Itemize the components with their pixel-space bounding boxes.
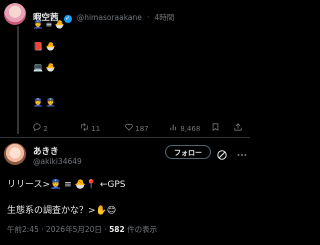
post-line-3: 💻 🐣: [33, 63, 56, 72]
views-label: 件の表示: [124, 225, 158, 234]
heart-icon: [125, 123, 133, 133]
post-line-2: 📕 🐣: [33, 42, 56, 51]
post-line-4: 👮 👮: [33, 98, 56, 107]
bookmark-button[interactable]: [212, 123, 219, 133]
grok-icon: [217, 150, 227, 160]
reply-text-line-1: リリース>👮 ≡ 🐣📍 ←GPS: [7, 180, 126, 190]
views-icon: [170, 123, 178, 133]
more-icon: [237, 154, 247, 156]
divider: [0, 137, 250, 138]
grok-button[interactable]: [216, 146, 228, 160]
post-timestamp[interactable]: 午前2:45 · 2026年5月20日 ·: [7, 225, 109, 234]
avatar[interactable]: [4, 3, 26, 25]
reply-icon: [33, 123, 41, 133]
repost-count: 11: [91, 125, 101, 133]
share-button[interactable]: [234, 123, 242, 133]
author-name[interactable]: あきき: [33, 145, 59, 157]
bookmark-icon: [212, 123, 219, 131]
like-count: 187: [135, 125, 149, 133]
thread-connector-line: [17, 26, 19, 134]
reply-count: 2: [43, 125, 48, 133]
views-button[interactable]: 8,468: [170, 123, 200, 133]
post-meta: 午前2:45 · 2026年5月20日 · 582 件の表示: [7, 224, 157, 235]
author-handle[interactable]: @himasoraakane: [77, 13, 142, 22]
repost-icon: [80, 122, 89, 133]
follow-button[interactable]: フォロー: [165, 145, 211, 159]
more-button[interactable]: [236, 146, 248, 158]
author-handle[interactable]: @akiki34649: [33, 157, 82, 166]
separator-dot: ·: [146, 13, 150, 22]
reply-text-line-2: 生態系の調査かな？>✋😊: [7, 206, 117, 216]
post-time[interactable]: 4時間: [154, 13, 174, 22]
repost-button[interactable]: 11: [80, 122, 101, 133]
share-icon: [234, 123, 242, 131]
views-count: 582: [109, 225, 125, 234]
post-line-1: 👮 ≡ 🐣: [33, 20, 65, 29]
reply-button[interactable]: 2: [33, 123, 48, 133]
like-button[interactable]: 187: [125, 123, 149, 133]
views-count: 8,468: [180, 125, 201, 133]
avatar[interactable]: [4, 143, 26, 165]
